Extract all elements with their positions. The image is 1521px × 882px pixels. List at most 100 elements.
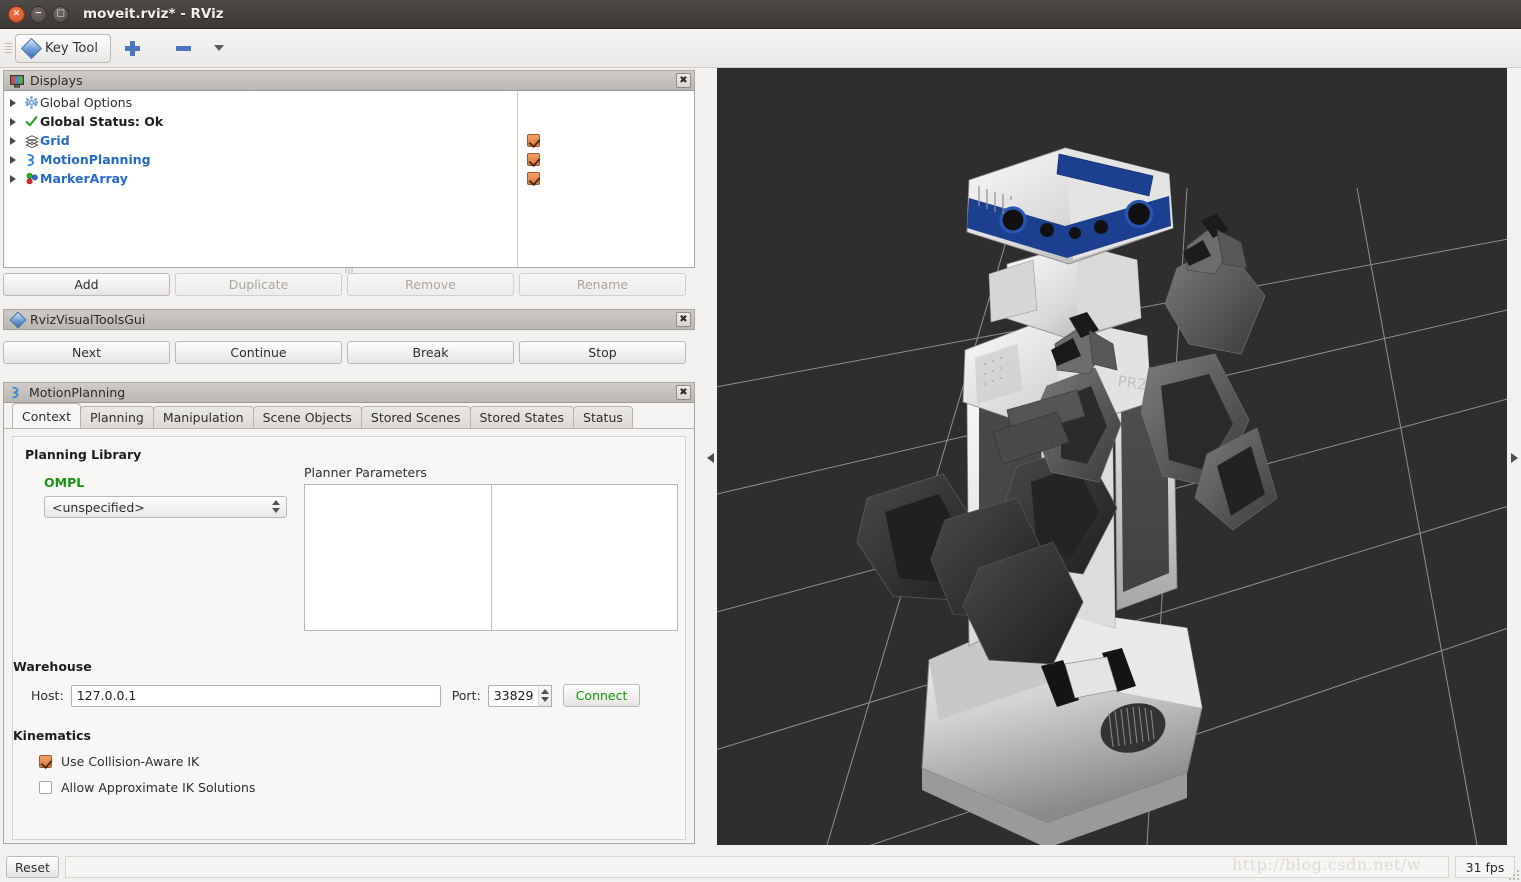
tab-status[interactable]: Status [573,406,633,428]
chevron-updown-icon [272,500,280,513]
tree-item-motionplanning[interactable]: MotionPlanning [4,150,517,169]
displays-panel-header: Displays ✖ [3,70,695,91]
next-button[interactable]: Next [3,341,170,364]
tab-manipulation[interactable]: Manipulation [152,406,254,428]
collision-aware-ik-checkbox[interactable] [39,755,52,768]
window-minimize-button[interactable]: − [30,5,47,23]
triangle-left-icon [706,453,714,463]
left-dock-collapse-handle[interactable] [703,72,717,844]
stop-button[interactable]: Stop [519,341,686,364]
motion-planning-panel-close-button[interactable]: ✖ [676,385,691,400]
displays-icon [10,74,24,88]
close-icon: × [12,8,21,18]
add-button[interactable]: Add [3,273,170,296]
expand-arrow-icon[interactable] [10,136,16,145]
marker-icon [23,172,40,186]
toolbar-overflow-button[interactable] [205,45,224,51]
tree-item-global-status[interactable]: Global Status: Ok [4,112,517,131]
tree-item-markerarray[interactable]: MarkerArray [4,169,517,188]
host-label: Host: [31,688,64,703]
key-tool-button[interactable]: Key Tool [15,33,111,63]
tab-planning[interactable]: Planning [79,406,154,428]
motion-planning-panel-title: MotionPlanning [29,385,126,400]
approximate-ik-row[interactable]: Allow Approximate IK Solutions [39,780,685,795]
kinematics-section: Kinematics Use Collision-Aware IK Allow … [13,728,685,795]
toolbar-drag-handle[interactable] [4,37,13,59]
tree-item-grid[interactable]: Grid [4,131,517,150]
warehouse-section: Warehouse Host: 127.0.0.1 Port: 33829 Co… [13,659,685,707]
displays-panel-title: Displays [30,73,83,88]
tree-label: MarkerArray [40,171,128,186]
remove-button[interactable]: Remove [347,273,514,296]
checkbox-row-empty [518,112,694,131]
expand-arrow-icon[interactable] [10,155,16,164]
reset-button[interactable]: Reset [6,856,59,878]
host-input[interactable]: 127.0.0.1 [70,684,441,707]
status-bar: Reset 31 fps [0,852,1521,882]
window-maximize-button[interactable]: □ [52,5,69,23]
viewport-scene: PR2 [717,68,1507,845]
warehouse-connection-row: Host: 127.0.0.1 Port: 33829 Connect [31,684,685,707]
planning-library-heading: Planning Library [25,447,142,462]
collision-aware-ik-label: Use Collision-Aware IK [61,754,200,769]
tree-label: Global Status: Ok [40,114,164,129]
grid-icon [23,134,40,148]
port-label: Port: [451,688,481,703]
planner-parameters-label: Planner Parameters [304,465,427,480]
expand-arrow-icon[interactable] [10,98,16,107]
fps-indicator: 31 fps [1455,856,1515,878]
tree-label: MotionPlanning [40,152,151,167]
duplicate-button[interactable]: Duplicate [175,273,342,296]
context-tab-content: Planning Library OMPL <unspecified> Plan… [12,436,686,840]
motion-icon [23,153,40,167]
tab-stored-states[interactable]: Stored States [469,406,575,428]
break-button[interactable]: Break [347,341,514,364]
diamond-icon [9,311,27,328]
gear-icon [23,96,40,109]
add-tool-button[interactable] [124,40,140,56]
right-dock-collapse-handle[interactable] [1507,72,1521,844]
visual-tools-panel: RvizVisualToolsGui ✖ [3,309,695,330]
continue-button[interactable]: Continue [175,341,342,364]
rename-button[interactable]: Rename [519,273,686,296]
main-toolbar: Key Tool [0,29,1521,68]
minimize-icon: − [34,8,43,18]
checkbox-row-grid [518,131,694,150]
expand-arrow-icon[interactable] [10,174,16,183]
port-input[interactable]: 33829 [487,684,538,707]
grid-enabled-checkbox[interactable] [527,134,540,147]
status-message [64,856,1449,878]
connect-button[interactable]: Connect [562,684,641,707]
motionplanning-enabled-checkbox[interactable] [527,153,540,166]
diamond-icon [20,37,43,59]
displays-tree-body: Global Options Global Status: Ok Grid Mo… [3,91,695,273]
tree-item-global-options[interactable]: Global Options [4,93,517,112]
port-stepper[interactable] [537,684,552,707]
displays-button-row: Add Duplicate Remove Rename [3,273,695,296]
3d-viewport[interactable]: PR2 [717,68,1507,845]
remove-tool-button[interactable] [154,45,191,51]
motion-icon [12,386,19,399]
displays-panel-close-button[interactable]: ✖ [676,73,691,88]
triangle-right-icon [1510,453,1518,463]
tab-stored-scenes[interactable]: Stored Scenes [360,406,471,428]
window-resize-grip[interactable] [1507,868,1519,880]
expand-arrow-icon[interactable] [10,117,16,126]
tab-context[interactable]: Context [12,403,81,428]
planner-parameters-value-column [492,485,677,630]
chevron-down-icon [213,45,224,51]
visual-tools-panel-close-button[interactable]: ✖ [676,312,691,327]
approximate-ik-checkbox[interactable] [39,781,52,794]
planner-parameters-table[interactable] [304,484,678,631]
markerarray-enabled-checkbox[interactable] [527,172,540,185]
motion-planning-tabs: Context Planning Manipulation Scene Obje… [4,403,694,429]
displays-tree: Global Options Global Status: Ok Grid Mo… [4,91,518,267]
checkmark-icon [23,115,40,128]
collision-aware-ik-row[interactable]: Use Collision-Aware IK [39,754,685,769]
tree-label: Global Options [40,95,133,110]
window-controls: × − □ [0,5,69,23]
planner-select[interactable]: <unspecified> [44,496,287,518]
window-close-button[interactable]: × [8,5,25,23]
motion-planning-panel-header: MotionPlanning ✖ [3,382,695,403]
tab-scene-objects[interactable]: Scene Objects [252,406,362,428]
